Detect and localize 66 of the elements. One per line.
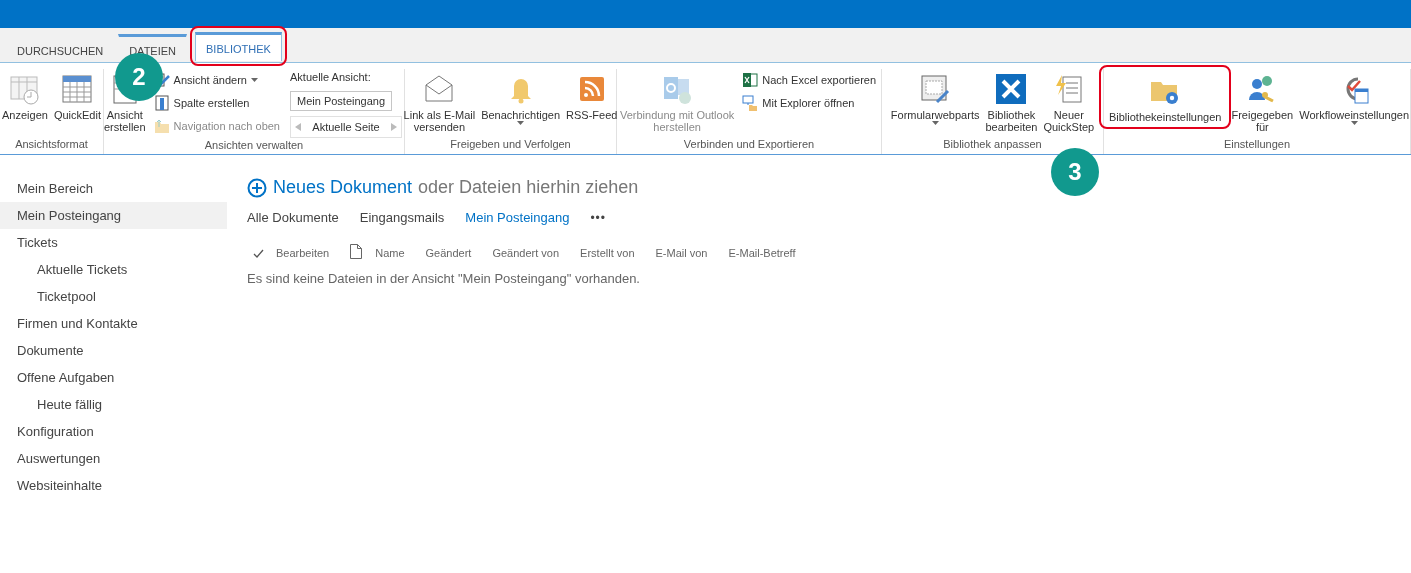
nav-link[interactable]: Auswertungen	[0, 445, 227, 472]
view-link[interactable]: Alle Dokumente	[247, 210, 339, 225]
ribbon-tab[interactable]: DURCHSUCHEN	[6, 34, 115, 63]
nav-link[interactable]: Aktuelle Tickets	[0, 256, 227, 283]
ribbon-button[interactable]: Bibliothekeinstellungen	[1106, 71, 1224, 123]
group-label: Ansichten verwalten	[203, 138, 305, 153]
column-header[interactable]: E-Mail-Betreff	[728, 247, 796, 259]
group-label: Verbinden und Exportieren	[682, 137, 816, 152]
table-view-icon	[8, 73, 41, 105]
view-link[interactable]: Mein Posteingang	[465, 210, 570, 225]
ribbon-button[interactable]: Link als E-Mail versenden	[401, 69, 478, 133]
form-edit-icon	[919, 73, 952, 105]
ribbon-button[interactable]: Nach Excel exportieren	[742, 69, 877, 90]
tools-icon	[995, 73, 1028, 105]
ribbon-button[interactable]: Benachrichtigen	[479, 69, 563, 125]
view-label: Aktuelle Ansicht:	[290, 70, 372, 85]
document-icon	[350, 243, 363, 259]
ribbon-button[interactable]: RSS-Feed	[564, 69, 620, 121]
monitor-folder-icon	[742, 94, 759, 111]
caret-icon	[250, 77, 258, 82]
nav-link[interactable]: Mein Posteingang	[0, 202, 227, 229]
ribbon-button[interactable]: Mit Explorer öffnen	[742, 92, 877, 113]
nav-link[interactable]: Firmen und Kontakte	[0, 310, 227, 337]
view-dropdown[interactable]: Mein Posteingang	[290, 91, 392, 111]
nav-link[interactable]: Offene Aufgaben	[0, 364, 227, 391]
ribbon-button[interactable]: QuickEdit	[51, 69, 103, 121]
ribbon-button[interactable]: Bibliothek bearbeiten	[983, 69, 1040, 133]
ribbon-button[interactable]: Neuer QuickStep	[1041, 69, 1097, 133]
caret-icon	[931, 121, 939, 125]
column-icon	[153, 94, 170, 111]
step-callout-tooltip: 3	[1051, 148, 1099, 196]
ribbon-button[interactable]: Formularwebparts	[888, 69, 982, 125]
envelope-icon	[423, 73, 456, 105]
ribbon-button[interactable]: Freigegeben für	[1229, 69, 1296, 133]
group-label: Bibliothek anpassen	[942, 137, 1043, 152]
group-label: Freigeben und Verfolgen	[449, 137, 572, 152]
view-link[interactable]: Eingangsmails	[359, 210, 445, 225]
check-icon[interactable]	[253, 248, 264, 258]
nav-link[interactable]: Konfiguration	[0, 418, 227, 445]
ribbon-button[interactable]: Workfloweinstellungen	[1297, 69, 1411, 125]
empty-message: Es sind keine Dateien in der Ansicht "Mein Posteingang" vorhanden.	[247, 271, 641, 286]
add-icon[interactable]	[247, 177, 267, 198]
folder-up-icon	[153, 117, 170, 134]
nav-link[interactable]: Dokumente	[0, 337, 227, 364]
caret-icon	[517, 121, 525, 125]
heading-text: oder Dateien hierhin ziehen	[418, 177, 639, 198]
nav-link[interactable]: Ticketpool	[0, 283, 227, 310]
nav-link[interactable]: Heute fällig	[0, 391, 227, 418]
nav-link[interactable]: Websiteinhalte	[0, 472, 227, 499]
more-button[interactable]: •••	[590, 210, 606, 225]
excel-icon	[742, 71, 759, 88]
column-header[interactable]: Name	[375, 247, 405, 259]
column-header[interactable]: Geändert	[425, 247, 472, 259]
new-document-link[interactable]: Neues Dokument	[273, 177, 413, 198]
column-header[interactable]: Erstellt von	[580, 247, 635, 259]
column-header[interactable]: Geändert von	[492, 247, 560, 259]
ribbon-button[interactable]: Anzeigen	[0, 69, 50, 121]
group-label: Einstellungen	[1222, 137, 1292, 152]
column-header[interactable]: Bearbeiten	[276, 247, 330, 259]
caret-icon	[1350, 121, 1358, 125]
ribbon-tab[interactable]: BIBLIOTHEK	[195, 32, 282, 61]
nav-link[interactable]: Tickets	[0, 229, 227, 256]
group-label: Ansichtsformat	[14, 137, 89, 152]
nav-link[interactable]: Mein Bereich	[0, 175, 227, 202]
column-header[interactable]: E-Mail von	[655, 247, 708, 259]
grid-icon	[61, 73, 94, 105]
